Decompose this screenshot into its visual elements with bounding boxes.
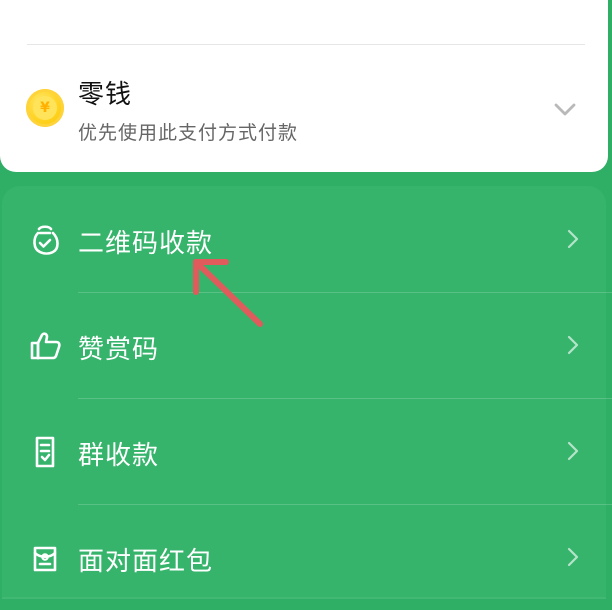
divider (27, 44, 585, 45)
red-arrow-annotation (193, 259, 263, 327)
menu-item-face-to-face-red-packet[interactable]: 面对面红包 (0, 504, 612, 610)
menu-item-appreciation-code[interactable]: 赞赏码 (0, 292, 612, 398)
coin-symbol: ¥ (33, 96, 57, 120)
wallet-title[interactable]: 零钱 (78, 74, 132, 111)
menu-item-qr-receive[interactable]: 二维码收款 (0, 186, 612, 292)
thumbs-up-icon (30, 332, 61, 360)
menu-item-label: 群收款 (78, 441, 160, 471)
money-bag-icon (33, 225, 59, 255)
receipt-icon (35, 436, 55, 468)
payment-method-card: ¥ 零钱 优先使用此支付方式付款 (0, 0, 608, 172)
menu-item-label: 赞赏码 (78, 335, 160, 365)
menu-item-label: 面对面红包 (78, 547, 214, 577)
wallet-subtitle: 优先使用此支付方式付款 (78, 122, 299, 144)
coin-icon: ¥ (26, 89, 64, 127)
chevron-down-icon[interactable] (550, 94, 580, 124)
red-envelope-icon (33, 546, 57, 572)
chevron-right-icon (567, 229, 579, 249)
chevron-right-icon (567, 335, 579, 355)
chevron-right-icon (567, 441, 579, 461)
chevron-right-icon (567, 547, 579, 567)
menu-item-group-collection[interactable]: 群收款 (0, 398, 612, 504)
